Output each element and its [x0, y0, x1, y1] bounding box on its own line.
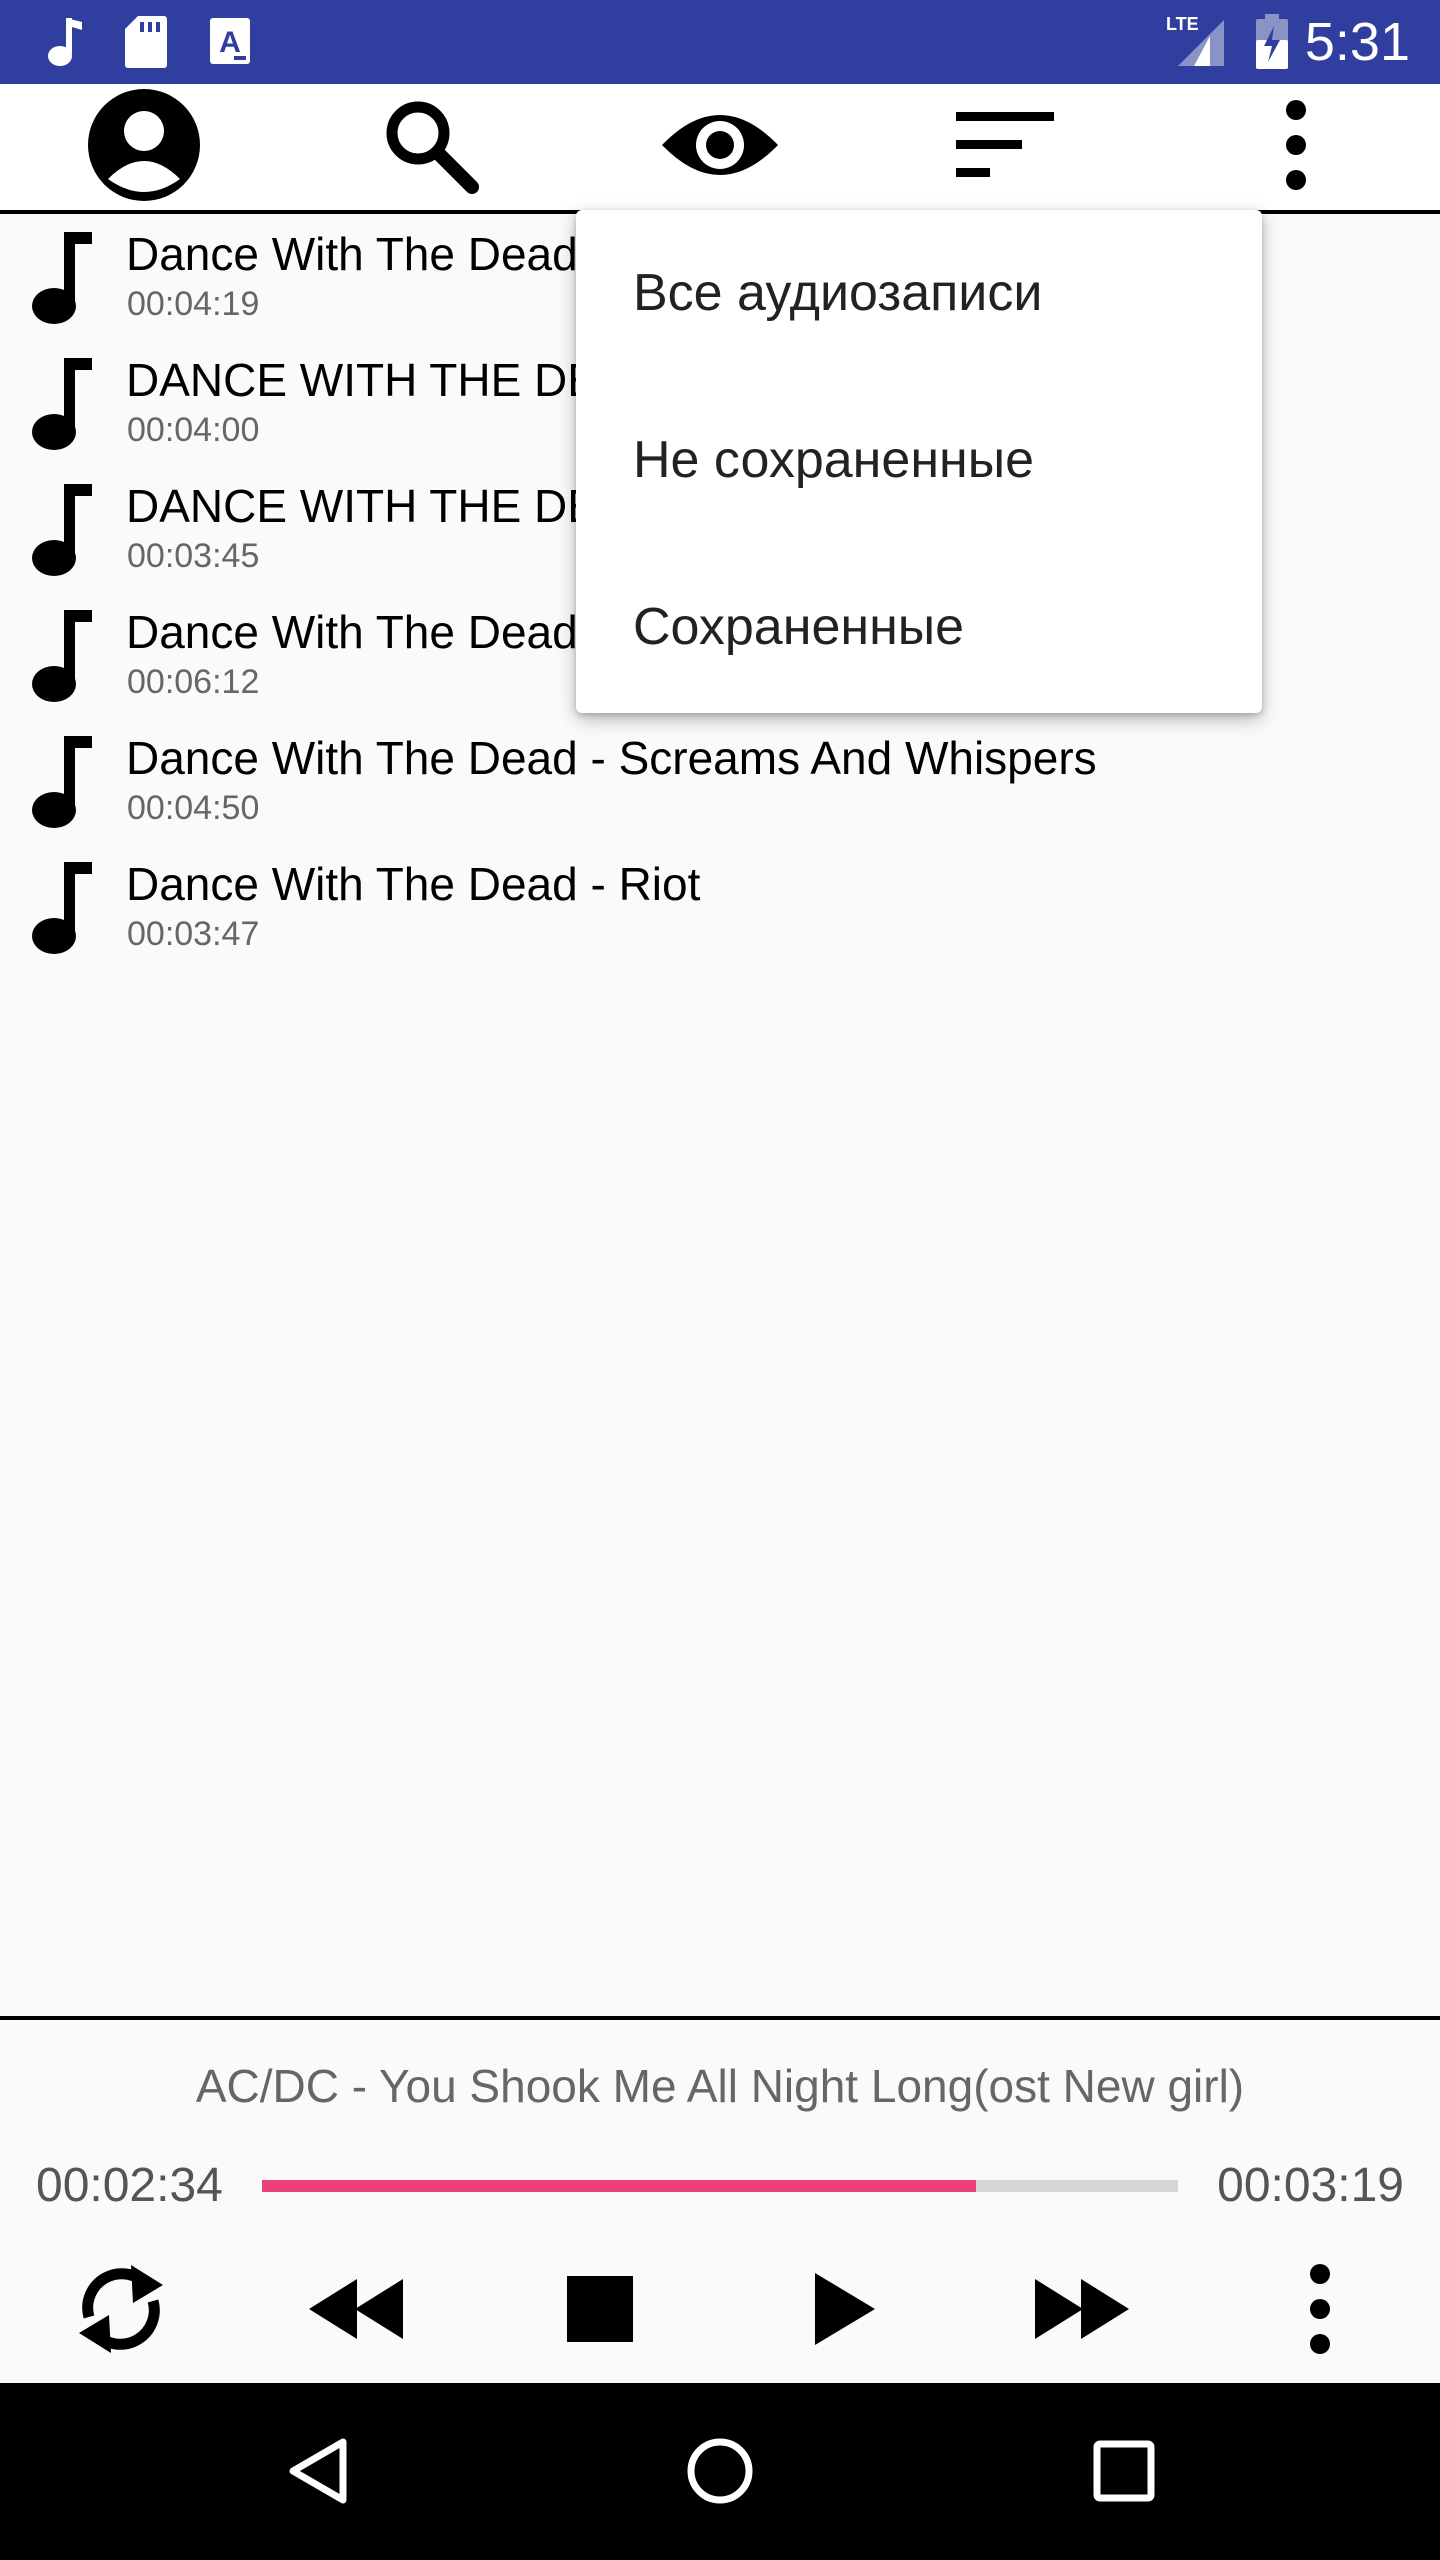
fast-forward-icon [1031, 2277, 1131, 2346]
account-button[interactable] [74, 84, 214, 210]
recents-icon [1092, 2439, 1156, 2508]
track-duration: 00:03:45 [127, 537, 260, 575]
more-vert-icon [1281, 99, 1311, 195]
track-duration: 00:04:50 [127, 789, 260, 827]
search-button[interactable] [360, 84, 500, 210]
total-time: 00:03:19 [1217, 2159, 1404, 2212]
track-title: Dance With The Dead - Screams And Whispe… [126, 732, 1097, 784]
play-icon [813, 2271, 877, 2352]
back-icon [283, 2436, 353, 2511]
menu-item-saved[interactable]: Сохраненные [576, 544, 1262, 711]
visibility-filter-button[interactable] [650, 84, 790, 210]
music-note-icon [24, 858, 94, 963]
keyboard-a-icon: A [208, 14, 252, 75]
music-note-icon [24, 732, 94, 837]
current-time: 00:02:34 [36, 2159, 223, 2212]
track-title: Dance With The Dead - Riot [126, 858, 701, 910]
menu-item-not-saved[interactable]: Не сохраненные [576, 377, 1262, 544]
track-item[interactable]: Dance With The Dead - Screams And Whispe… [0, 718, 1440, 844]
menu-item-all-audio[interactable]: Все аудиозаписи [576, 210, 1262, 377]
rewind-button[interactable] [282, 2246, 432, 2376]
now-playing-title: AC/DC - You Shook Me All Night Long(ost … [195, 2060, 1245, 2112]
track-duration: 00:04:00 [127, 411, 260, 449]
track-title: DANCE WITH THE DE [126, 480, 598, 532]
filter-popup-menu: Все аудиозаписи Не сохраненные Сохраненн… [576, 210, 1262, 713]
lte-signal-icon: LTE [1164, 14, 1226, 75]
track-item[interactable]: Dance With The Dead - Riot 00:03:47 [0, 844, 1440, 970]
repeat-icon [71, 2259, 171, 2364]
track-title: Dance With The Dead [126, 228, 578, 280]
back-button[interactable] [248, 2403, 388, 2543]
fast-forward-button[interactable] [1006, 2246, 1156, 2376]
track-title: Dance With The Dead [126, 606, 578, 658]
seek-bar-progress [262, 2180, 977, 2192]
track-duration: 00:03:47 [127, 915, 260, 953]
music-note-icon [24, 228, 94, 333]
sort-icon [956, 110, 1056, 185]
search-icon [380, 95, 480, 200]
battery-charging-icon [1254, 12, 1290, 77]
music-note-icon [24, 480, 94, 585]
more-vert-icon [1305, 2263, 1335, 2359]
status-bar: A LTE 5:31 [0, 0, 1440, 84]
status-time: 5:31 [1304, 12, 1410, 72]
repeat-button[interactable] [46, 2246, 196, 2376]
player-panel: AC/DC - You Shook Me All Night Long(ost … [0, 2016, 1440, 2386]
player-more-button[interactable] [1245, 2246, 1395, 2376]
music-note-icon [44, 14, 84, 75]
track-duration: 00:06:12 [127, 663, 260, 701]
eye-icon [660, 105, 780, 190]
sort-button[interactable] [936, 84, 1076, 210]
stop-button[interactable] [525, 2246, 675, 2376]
track-title: DANCE WITH THE DE [126, 354, 598, 406]
sd-card-icon [124, 14, 168, 75]
music-note-icon [24, 606, 94, 711]
seek-bar[interactable] [262, 2180, 1178, 2192]
stop-icon [567, 2275, 633, 2347]
account-icon [86, 87, 202, 208]
recents-button[interactable] [1054, 2403, 1194, 2543]
track-duration: 00:04:19 [127, 285, 260, 323]
home-icon [685, 2436, 755, 2511]
play-button[interactable] [770, 2246, 920, 2376]
svg-text:A: A [219, 26, 241, 59]
music-note-icon [24, 354, 94, 459]
rewind-icon [307, 2277, 407, 2346]
system-nav-bar [0, 2383, 1440, 2560]
overflow-menu-button[interactable] [1226, 84, 1366, 210]
svg-text:LTE: LTE [1166, 14, 1199, 34]
home-button[interactable] [650, 2403, 790, 2543]
app-toolbar [0, 84, 1440, 214]
